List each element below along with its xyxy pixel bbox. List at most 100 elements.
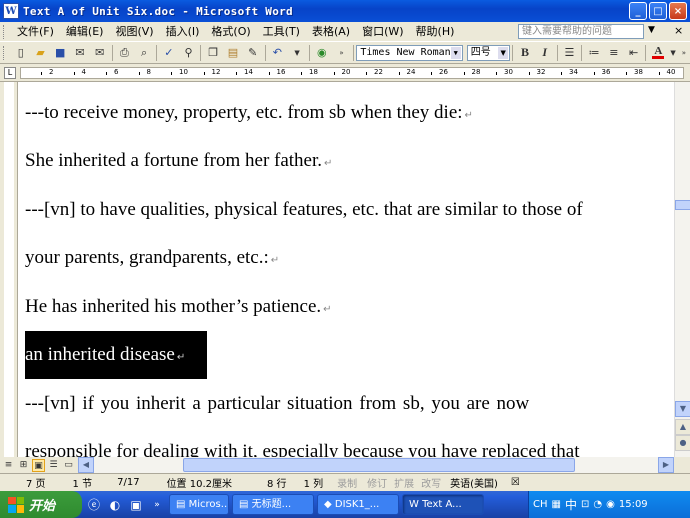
menu-insert[interactable]: 插入(I) [160,23,206,41]
bullets-icon[interactable]: ≡ [605,44,623,62]
help-dropdown-icon[interactable]: ▼ [648,25,655,35]
tab-selector-icon[interactable]: L [4,67,16,79]
menu-grip[interactable] [3,24,7,39]
doc-line[interactable]: She inherited a fortune from her father.… [25,150,332,172]
ime-mode[interactable]: 中 [565,496,577,513]
doc-line-selected[interactable]: an inherited disease ↵ [25,344,185,366]
toolbar-grip[interactable] [3,45,7,60]
menu-format[interactable]: 格式(O) [205,23,256,41]
font-name-dropdown-icon[interactable]: ▼ [450,46,461,59]
font-name-select[interactable]: Times New Roman ▼ [356,44,463,61]
hyperlink-icon[interactable]: ◉ [313,44,331,62]
doc-close-icon[interactable]: × [674,24,683,37]
scroll-down-icon[interactable]: ▼ [675,401,690,417]
print-preview-icon[interactable]: ⌕ [135,44,153,62]
taskbar-item-active[interactable]: W Text A... [402,494,484,515]
status-page-count[interactable]: 7/17 [99,477,146,488]
undo-icon[interactable]: ↶ [269,44,287,62]
vertical-scroll-thumb[interactable] [675,200,690,210]
maximize-button[interactable]: □ [649,2,667,20]
font-size-dropdown-icon[interactable]: ▼ [498,46,509,59]
speaker-icon[interactable]: ◔ [593,499,602,510]
bold-button[interactable]: B [516,44,534,62]
decrease-indent-icon[interactable]: ⇤ [625,44,643,62]
status-overtype[interactable]: 改写 [418,475,444,490]
word-app-icon[interactable]: W [3,3,19,19]
normal-view-icon[interactable]: ≡ [2,459,15,472]
clock[interactable]: 15:09 [619,499,648,510]
format-painter-icon[interactable]: ✎ [244,44,262,62]
font-color-button[interactable]: A [649,44,667,62]
status-language[interactable]: 英语(美国) [444,475,505,490]
spelling-icon[interactable]: ✓ [160,44,178,62]
copy-icon[interactable]: ❐ [204,44,222,62]
media-quicklaunch-icon[interactable]: ◐ [106,496,124,514]
ime-icon[interactable]: ▦ [552,499,561,510]
taskbar-item[interactable]: ◆ DISK1_... [317,494,399,515]
menu-file[interactable]: 文件(F) [11,23,60,41]
status-line[interactable]: 8 行 [239,475,294,490]
menu-table[interactable]: 表格(A) [306,23,356,41]
email-icon[interactable]: ✉ [91,44,109,62]
save-icon[interactable]: ■ [51,44,69,62]
status-record[interactable]: 录制 [330,475,364,490]
status-section[interactable]: 1 节 [53,475,100,490]
network-icon[interactable]: ⊡ [581,499,589,510]
menu-edit[interactable]: 编辑(E) [60,23,110,41]
quicklaunch-overflow-icon[interactable]: » [148,496,166,514]
ruler-scale[interactable]: 2 4 6 8 10 12 14 16 18 20 22 24 26 28 30 32 34 36 38 40 [20,67,684,79]
justify-icon[interactable]: ☰ [561,44,579,62]
reading-view-icon[interactable]: ▭ [62,459,75,472]
ime-indicator[interactable]: CH [533,499,548,510]
scroll-right-icon[interactable]: ▶ [658,457,674,473]
doc-line[interactable]: ---to receive money, property, etc. from… [25,102,473,124]
web-view-icon[interactable]: ⊞ [17,459,30,472]
numbering-icon[interactable]: ≔ [585,44,603,62]
status-page[interactable]: 7 页 [0,475,53,490]
menu-help[interactable]: 帮助(H) [410,23,461,41]
vertical-ruler-scale[interactable] [4,82,14,457]
outline-view-icon[interactable]: ☰ [47,459,60,472]
horizontal-scroll-thumb[interactable] [183,458,575,472]
browse-object-icon[interactable]: ● [675,435,690,451]
toolbar-overflow-icon[interactable]: » [679,44,689,62]
paste-icon[interactable]: ▤ [224,44,242,62]
toolbar-options-icon[interactable]: » [333,44,351,62]
print-icon[interactable]: ⎙ [116,44,134,62]
font-size-select[interactable]: 四号 ▼ [466,44,511,61]
security-icon[interactable]: ◉ [606,499,615,510]
ie-quicklaunch-icon[interactable]: ⓔ [85,496,103,514]
status-track-changes[interactable]: 修订 [364,475,390,490]
undo-dropdown-icon[interactable]: ▼ [288,44,306,62]
horizontal-scrollbar[interactable]: ◀ ▶ [78,457,674,473]
font-color-dropdown-icon[interactable]: ▼ [669,44,677,62]
print-layout-view-icon[interactable]: ▣ [32,458,45,472]
spelling-status-icon[interactable]: ☒ [505,477,527,488]
doc-line[interactable]: ---[vn] to have qualities, physical feat… [25,199,583,221]
permission-icon[interactable]: ✉ [71,44,89,62]
close-button[interactable]: × [669,2,687,20]
menu-view[interactable]: 视图(V) [109,23,159,41]
italic-button[interactable]: I [536,44,554,62]
new-document-icon[interactable]: ▯ [12,44,30,62]
status-column[interactable]: 1 列 [294,475,331,490]
document-area[interactable]: ---to receive money, property, etc. from… [18,82,674,457]
doc-line[interactable]: He has inherited his mother’s patience. ↵ [25,296,332,318]
start-button[interactable]: 开始 [0,491,82,518]
minimize-button[interactable]: _ [629,2,647,20]
previous-page-icon[interactable]: ▲ [675,419,690,435]
doc-line[interactable]: ---[vn] if you inherit a particular situ… [25,393,529,415]
open-folder-icon[interactable]: ▰ [32,44,50,62]
vertical-scrollbar[interactable]: ▼ ▲ ● [674,82,690,457]
doc-line[interactable]: your parents, grandparents, etc.: ↵ [25,247,279,269]
research-icon[interactable]: ⚲ [180,44,198,62]
taskbar-item[interactable]: ▤ Micros... [169,494,229,515]
menu-tools[interactable]: 工具(T) [257,23,306,41]
status-extend[interactable]: 扩展 [390,475,418,490]
menu-window[interactable]: 窗口(W) [356,23,409,41]
scroll-left-icon[interactable]: ◀ [78,457,94,473]
status-position[interactable]: 位置 10.2厘米 [147,475,239,490]
help-search-input[interactable]: 键入需要帮助的问题 [518,24,644,39]
app-quicklaunch-icon[interactable]: ▣ [127,496,145,514]
taskbar-item[interactable]: ▤ 无标题... [232,494,314,515]
